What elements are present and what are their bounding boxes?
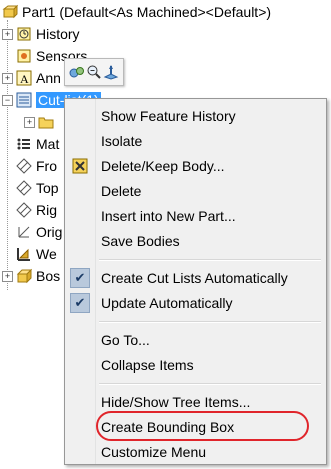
zoom-to-selection-icon[interactable] (86, 64, 102, 80)
boss-extrude-icon (16, 268, 33, 284)
expand-icon[interactable]: + (24, 116, 35, 128)
history-icon (16, 26, 32, 42)
menu-label: Collapse Items (101, 357, 194, 373)
tree-label: Rig (36, 202, 58, 218)
tree-item-right-plane[interactable]: Rig (2, 199, 57, 221)
context-toolbar (64, 58, 124, 86)
menu-item-show-feature-history[interactable]: Show Feature History (65, 104, 326, 128)
expand-icon[interactable]: + (2, 270, 13, 282)
menu-label: Delete (101, 183, 142, 199)
collapse-icon[interactable]: − (2, 94, 13, 106)
menu-label: Hide/Show Tree Items... (101, 394, 251, 410)
menu-item-customize-menu[interactable]: Customize Menu (65, 440, 326, 464)
sensor-icon (16, 48, 32, 64)
svg-text:A: A (20, 72, 29, 86)
menu-item-hide-show-tree-items[interactable]: Hide/Show Tree Items... (65, 390, 326, 414)
menu-label: Create Bounding Box (101, 419, 235, 435)
tree-item-annotations[interactable]: + A Ann (2, 67, 61, 89)
menu-item-delete-keep-body[interactable]: Delete/Keep Body... (65, 154, 326, 178)
tree-label: Mat (36, 136, 60, 152)
menu-separator (99, 321, 321, 323)
menu-item-save-bodies[interactable]: Save Bodies (65, 229, 326, 253)
tree-label: Fro (36, 158, 57, 174)
tree-item-top-plane[interactable]: Top (2, 177, 59, 199)
menu-label: Go To... (101, 332, 150, 348)
material-icon (16, 136, 32, 152)
part-icon (2, 4, 19, 20)
menu-label: Isolate (101, 133, 143, 149)
annotation-icon: A (16, 70, 32, 86)
tree-label: Bos (36, 268, 61, 284)
origin-icon (16, 224, 32, 240)
menu-label: Create Cut Lists Automatically (101, 270, 288, 286)
cut-list-icon (16, 92, 32, 108)
tree-item-folder[interactable]: + (24, 111, 58, 133)
weldment-icon (16, 246, 32, 262)
tree-item-front-plane[interactable]: Fro (2, 155, 57, 177)
menu-label: Insert into New Part... (101, 208, 236, 224)
menu-item-delete[interactable]: Delete (65, 179, 326, 203)
part-title: Part1 (Default<As Machined><Default>) (22, 4, 272, 20)
menu-separator (99, 383, 321, 385)
tree-item-boss[interactable]: + Bos (2, 265, 60, 287)
menu-label: Customize Menu (101, 444, 207, 460)
menu-item-update-automatically[interactable]: ✔ Update Automatically (65, 291, 326, 315)
menu-item-isolate[interactable]: Isolate (65, 129, 326, 153)
context-menu: Show Feature History Isolate Delete/Keep… (64, 98, 327, 465)
tree-label: Top (36, 180, 59, 196)
plane-icon (16, 202, 32, 218)
menu-label: Delete/Keep Body... (101, 158, 225, 174)
tree-label: Orig (36, 224, 63, 240)
tree-item-material[interactable]: Mat (2, 133, 59, 155)
menu-item-go-to[interactable]: Go To... (65, 328, 326, 352)
plane-icon (16, 158, 32, 174)
menu-item-create-cut-lists-automatically[interactable]: ✔ Create Cut Lists Automatically (65, 266, 326, 290)
plane-icon (16, 180, 32, 196)
delete-keep-body-icon (65, 154, 95, 178)
menu-label: Save Bodies (101, 233, 180, 249)
tree-label: History (36, 26, 80, 42)
tree-item-origin[interactable]: Orig (2, 221, 62, 243)
expand-icon[interactable]: + (2, 28, 13, 40)
tree-item-history[interactable]: + History (2, 23, 80, 45)
menu-item-collapse-items[interactable]: Collapse Items (65, 353, 326, 377)
tree-root-part[interactable]: Part1 (Default<As Machined><Default>) (2, 1, 271, 23)
tree-label: We (36, 246, 57, 262)
expand-icon[interactable]: + (2, 72, 13, 84)
tree-label: Ann (36, 70, 61, 86)
menu-label: Show Feature History (101, 108, 236, 124)
appearance-icon[interactable] (69, 64, 85, 80)
menu-item-create-bounding-box[interactable]: Create Bounding Box (65, 415, 326, 439)
coordinate-axes-icon[interactable] (103, 64, 119, 80)
menu-label: Update Automatically (101, 295, 233, 311)
menu-item-insert-into-new-part[interactable]: Insert into New Part... (65, 204, 326, 228)
tree-item-weldment[interactable]: We (2, 243, 57, 265)
menu-separator (99, 259, 321, 261)
checkmark-icon: ✔ (70, 268, 90, 288)
folder-icon (38, 114, 54, 130)
checkmark-icon: ✔ (70, 293, 90, 313)
